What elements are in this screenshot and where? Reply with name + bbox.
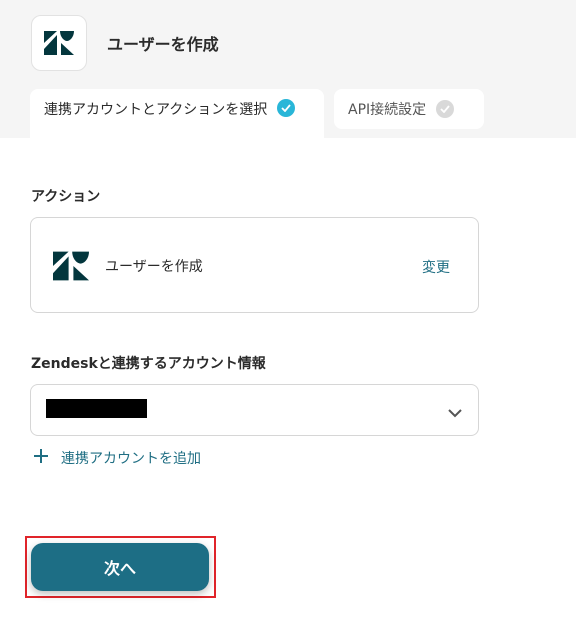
chevron-down-icon	[448, 403, 462, 422]
tab-label: API接続設定	[348, 102, 427, 118]
account-section-label: Zendeskと連携するアカウント情報	[31, 356, 266, 372]
check-circle-icon	[277, 99, 296, 117]
next-button[interactable]: 次へ	[31, 543, 209, 591]
check-circle-icon	[436, 100, 455, 118]
zendesk-logo-icon	[53, 251, 89, 285]
tab-select-account-action[interactable]: 連携アカウントとアクションを選択	[30, 89, 324, 138]
action-name: ユーザーを作成	[105, 259, 203, 275]
change-action-link[interactable]: 変更	[422, 257, 450, 277]
action-card: ユーザーを作成 変更	[30, 217, 479, 313]
app-icon	[31, 15, 87, 71]
add-account-label: 連携アカウントを追加	[61, 451, 201, 467]
redacted-account-value	[46, 399, 147, 418]
tab-api-settings[interactable]: API接続設定	[334, 89, 484, 129]
add-account-link[interactable]: 連携アカウントを追加	[33, 448, 201, 468]
account-select[interactable]	[30, 384, 479, 436]
plus-icon	[33, 448, 49, 468]
tab-label: 連携アカウントとアクションを選択	[44, 102, 268, 118]
page-title: ユーザーを作成	[107, 35, 219, 54]
action-section-label: アクション	[31, 189, 101, 205]
zendesk-logo-icon	[44, 31, 74, 55]
